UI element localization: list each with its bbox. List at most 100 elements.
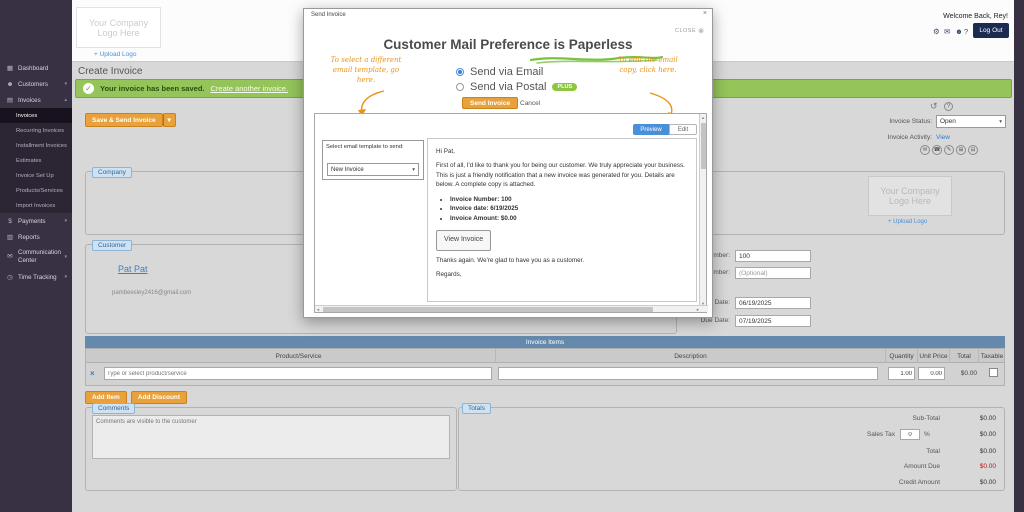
email-body: First of all, I'd like to thank you for … bbox=[436, 161, 688, 189]
amount-due-value: $0.00 bbox=[948, 463, 996, 470]
amount-due-label: Amount Due bbox=[822, 463, 940, 470]
sales-tax-value: $0.00 bbox=[948, 431, 996, 438]
view-invoice-button[interactable]: View Invoice bbox=[436, 230, 491, 251]
action-icons-row: ✉ ☎ ✎ ⊞ ⊟ bbox=[920, 145, 978, 155]
invoice-number-field[interactable]: 100 bbox=[735, 250, 811, 262]
logout-button[interactable]: Log Out bbox=[973, 23, 1009, 38]
invoice-date-field[interactable]: 06/19/2025 bbox=[735, 297, 811, 309]
scroll-up-icon[interactable]: ▲ bbox=[701, 115, 705, 120]
sidebar-item-invoices[interactable]: ▤ Invoices ▴ bbox=[0, 92, 72, 108]
sidebar-item-label: Dashboard bbox=[18, 65, 48, 72]
vertical-scrollbar[interactable]: ▲ ▼ bbox=[699, 114, 706, 307]
save-send-invoice-button[interactable]: Save & Send Invoice bbox=[85, 113, 163, 127]
horizontal-scroll-thumb[interactable] bbox=[323, 307, 653, 312]
customer-name-link[interactable]: Pat Pat bbox=[118, 264, 148, 274]
sidebar-item-time-tracking[interactable]: ◷ Time Tracking ▾ bbox=[0, 269, 72, 285]
row-total-value: $0.00 bbox=[947, 370, 977, 377]
column-unit-price: Unit Price bbox=[917, 349, 949, 364]
comments-section-label: Comments bbox=[92, 403, 135, 414]
company-logo-placeholder[interactable]: Your Company Logo Here bbox=[76, 7, 161, 48]
send-via-email-option[interactable]: Send via Email bbox=[456, 65, 543, 78]
item-row: × $0.00 bbox=[85, 363, 1005, 386]
sidebar: ▦ Dashboard ☻ Customers ▾ ▤ Invoices ▴ I… bbox=[0, 0, 72, 512]
preview-button[interactable]: Preview bbox=[633, 124, 669, 135]
horizontal-scrollbar[interactable]: ◄ ► bbox=[315, 305, 708, 312]
sidebar-item-label: Invoices bbox=[18, 97, 41, 104]
po-number-field[interactable]: (Optional) bbox=[735, 267, 811, 279]
column-description: Description bbox=[495, 349, 885, 364]
phone-circle-icon[interactable]: ☎ bbox=[932, 145, 942, 155]
total-value: $0.00 bbox=[948, 448, 996, 455]
email-circle-icon[interactable]: ✉ bbox=[920, 145, 930, 155]
send-via-email-label: Send via Email bbox=[470, 66, 543, 78]
sidebar-subitem-installment-invoices[interactable]: Installment Invoices bbox=[0, 138, 72, 153]
payments-icon: $ bbox=[5, 218, 15, 225]
chevron-down-icon: ▾ bbox=[64, 274, 67, 280]
help-icon[interactable]: ? bbox=[964, 27, 968, 36]
unit-price-input[interactable] bbox=[918, 367, 945, 380]
sidebar-subitem-recurring-invoices[interactable]: Recurring Invoices bbox=[0, 123, 72, 138]
history-icon[interactable]: ↺ bbox=[930, 101, 938, 112]
sidebar-subitem-invoice-setup[interactable]: Invoice Set Up bbox=[0, 168, 72, 183]
plus-badge: PLUS bbox=[552, 83, 577, 91]
sidebar-item-label: Payments bbox=[18, 218, 46, 225]
mail-icon[interactable]: ✉ bbox=[944, 27, 950, 36]
quantity-input[interactable] bbox=[888, 367, 915, 380]
edit-circle-icon[interactable]: ✎ bbox=[944, 145, 954, 155]
percent-sign: % bbox=[924, 431, 930, 438]
due-date-field[interactable]: 07/19/2025 bbox=[735, 315, 811, 327]
dashboard-icon: ▦ bbox=[5, 64, 15, 72]
user-icon[interactable]: ☻ bbox=[955, 27, 963, 36]
sidebar-subitem-products-services[interactable]: Products/Services bbox=[0, 183, 72, 198]
sidebar-subitem-estimates[interactable]: Estimates bbox=[0, 153, 72, 168]
modal-send-invoice-button[interactable]: Send Invoice bbox=[462, 97, 518, 109]
sidebar-subitem-invoices[interactable]: Invoices bbox=[0, 108, 72, 123]
invoice-status-value: Open bbox=[940, 118, 956, 125]
upload-logo-link[interactable]: + Upload Logo bbox=[94, 51, 136, 58]
close-button[interactable]: CLOSE ⊗ bbox=[675, 27, 704, 35]
sidebar-item-communication-center[interactable]: ✉ Communication Center ▾ bbox=[0, 245, 72, 269]
welcome-text: Welcome Back, Rey! bbox=[890, 13, 1008, 20]
copy-circle-icon[interactable]: ⊟ bbox=[968, 145, 978, 155]
email-bullet-invoice-amount: Invoice Amount: $0.00 bbox=[450, 214, 688, 223]
taxable-checkbox[interactable] bbox=[989, 368, 998, 377]
sidebar-item-label: Customers bbox=[18, 81, 48, 88]
vertical-scroll-thumb[interactable] bbox=[701, 123, 706, 169]
remove-row-icon[interactable]: × bbox=[90, 369, 95, 378]
description-input[interactable] bbox=[498, 367, 878, 380]
sidebar-item-payments[interactable]: $ Payments ▾ bbox=[0, 213, 72, 229]
totals-section-label: Totals bbox=[462, 403, 491, 414]
column-total: Total bbox=[949, 349, 978, 364]
save-send-dropdown-caret[interactable]: ▾ bbox=[163, 113, 176, 127]
email-bullet-invoice-number: Invoice Number: 100 bbox=[450, 195, 688, 204]
sidebar-item-reports[interactable]: ▥ Reports bbox=[0, 229, 72, 245]
sidebar-item-label: Reports bbox=[18, 234, 40, 241]
sidebar-item-customers[interactable]: ☻ Customers ▾ bbox=[0, 76, 72, 92]
invoice-activity-label: Invoice Activity: bbox=[856, 134, 932, 141]
credit-amount-label: Credit Amount bbox=[822, 479, 940, 486]
email-thanks: Thanks again. We're glad to have you as … bbox=[436, 256, 688, 265]
company-logo-placeholder-2[interactable]: Your Company Logo Here bbox=[868, 176, 952, 216]
gear-icon[interactable]: ⚙ bbox=[933, 27, 940, 36]
sidebar-item-dashboard[interactable]: ▦ Dashboard bbox=[0, 60, 72, 76]
sidebar-subitem-import-invoices[interactable]: Import Invoices bbox=[0, 198, 72, 213]
send-via-postal-option[interactable]: Send via Postal PLUS bbox=[456, 80, 577, 93]
create-another-invoice-link[interactable]: Create another invoice. bbox=[210, 84, 288, 93]
cancel-link[interactable]: Cancel bbox=[520, 100, 540, 107]
comments-textarea[interactable] bbox=[92, 415, 450, 459]
sales-tax-rate-input[interactable] bbox=[900, 429, 920, 440]
invoice-activity-view-link[interactable]: View bbox=[936, 134, 950, 141]
template-select[interactable]: New Invoice ▾ bbox=[327, 163, 419, 176]
scroll-left-icon[interactable]: ◄ bbox=[316, 307, 320, 312]
upload-logo-link-2[interactable]: + Upload Logo bbox=[888, 219, 927, 225]
column-product-service: Product/Service bbox=[102, 349, 495, 364]
add-discount-button[interactable]: Add Discount bbox=[131, 391, 187, 404]
close-icon[interactable]: × bbox=[703, 10, 707, 17]
help-circle-icon[interactable]: ? bbox=[944, 102, 953, 111]
chevron-down-icon: ▾ bbox=[64, 81, 67, 87]
invoice-status-select[interactable]: Open ▾ bbox=[936, 115, 1006, 128]
product-service-input[interactable] bbox=[104, 367, 492, 380]
scroll-right-icon[interactable]: ► bbox=[696, 307, 700, 312]
grid-circle-icon[interactable]: ⊞ bbox=[956, 145, 966, 155]
edit-button[interactable]: Edit bbox=[669, 124, 697, 135]
